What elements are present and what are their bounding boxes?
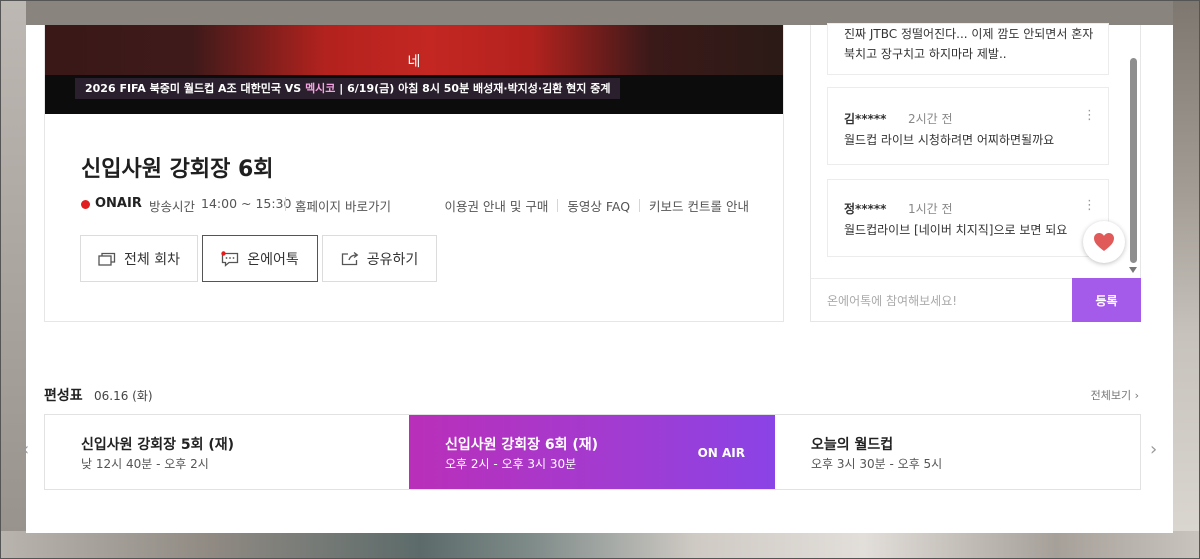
share-button[interactable]: 공유하기 bbox=[322, 235, 437, 282]
share-icon bbox=[341, 251, 359, 266]
keyboard-control-link[interactable]: 키보드 컨트롤 안내 bbox=[640, 196, 749, 215]
chat-bubble-icon bbox=[221, 250, 239, 267]
all-episodes-button[interactable]: 전체 회차 bbox=[80, 235, 198, 282]
chevron-right-icon: › bbox=[1134, 389, 1139, 402]
comment-time: 1시간 전 bbox=[908, 202, 953, 216]
schedule-item-time: 오후 3시 30분 - 오후 5시 bbox=[811, 457, 943, 471]
see-all-link[interactable]: 전체보기 › bbox=[1091, 387, 1139, 403]
main-page: 네 2026 FIFA 북중미 월드컵 A조 대한민국 VS 멕시코 | 6/1… bbox=[22, 23, 1173, 533]
help-links: 이용권 안내 및 구매 동영상 FAQ 키보드 컨트롤 안내 bbox=[435, 196, 749, 215]
background-bottom bbox=[0, 531, 1200, 559]
more-options-icon[interactable]: ⋮ bbox=[1083, 198, 1096, 213]
episodes-icon bbox=[98, 252, 116, 266]
chat-input[interactable]: 온에어톡에 참여해보세요! bbox=[811, 278, 1072, 322]
more-options-icon[interactable]: ⋮ bbox=[1083, 108, 1096, 123]
onair-label: ONAIR bbox=[95, 196, 142, 211]
video-subtitle: 네 bbox=[407, 54, 421, 70]
schedule-date: 06.16 (화) bbox=[94, 389, 153, 403]
background-left bbox=[0, 0, 26, 559]
ticket-info-link[interactable]: 이용권 안내 및 구매 bbox=[435, 196, 557, 215]
comment-user: 김***** bbox=[844, 112, 887, 126]
program-title: 신입사원 강회장 6회 bbox=[81, 157, 274, 182]
background-right bbox=[1173, 0, 1200, 559]
schedule-item[interactable]: 오늘의 월드컵 오후 3시 30분 - 오후 5시 bbox=[775, 415, 1140, 489]
schedule-item[interactable]: 신입사원 강회장 5회 (재) 낮 12시 40분 - 오후 2시 bbox=[45, 415, 409, 489]
schedule-item-time: 오후 2시 - 오후 3시 30분 bbox=[445, 457, 577, 471]
video-faq-link[interactable]: 동영상 FAQ bbox=[558, 196, 639, 215]
on-air-talk-panel: 진짜 JTBC 정떨어진다... 이제 깜도 안되면서 혼자 북치고 장구치고 … bbox=[810, 23, 1141, 322]
comment-body: 진짜 JTBC 정떨어진다... 이제 깜도 안되면서 혼자 북치고 장구치고 … bbox=[844, 27, 1094, 61]
onair-dot-icon bbox=[81, 200, 90, 209]
chat-comment: 김***** 2시간 전 ⋮ 월드컵 라이브 시청하려면 어찌하면될까요 bbox=[827, 87, 1109, 165]
divider bbox=[285, 197, 286, 211]
chat-comment: 정***** 1시간 전 ⋮ 월드컵라이브 [네이버 치지직]으로 보면 되요 bbox=[827, 179, 1109, 257]
ticker-prefix: 2026 FIFA 북중미 월드컵 A조 대한민국 VS bbox=[85, 82, 306, 95]
like-button[interactable] bbox=[1083, 221, 1125, 263]
on-air-talk-label: 온에어톡 bbox=[247, 251, 299, 268]
comment-body: 월드컵 라이브 시청하려면 어찌하면될까요 bbox=[844, 133, 1055, 147]
comment-user: 정***** bbox=[844, 202, 887, 216]
program-meta: ONAIR 방송시간 14:00 ~ 15:30 홈페이지 바로가기 이용권 안… bbox=[81, 196, 749, 215]
comment-body: 월드컵라이브 [네이버 치지직]으로 보면 되요 bbox=[844, 223, 1068, 237]
share-label: 공유하기 bbox=[366, 251, 419, 268]
schedule-list: 신입사원 강회장 5회 (재) 낮 12시 40분 - 오후 2시 신입사원 강… bbox=[44, 414, 1141, 490]
schedule-next-icon[interactable]: › bbox=[1150, 439, 1157, 460]
on-air-talk-button[interactable]: 온에어톡 bbox=[202, 235, 318, 282]
schedule-item-title: 신입사원 강회장 5회 (재) bbox=[81, 437, 235, 453]
homepage-link[interactable]: 홈페이지 바로가기 bbox=[295, 196, 391, 215]
chat-comment: 진짜 JTBC 정떨어진다... 이제 깜도 안되면서 혼자 북치고 장구치고 … bbox=[827, 23, 1109, 75]
schedule-prev-icon[interactable]: ‹ bbox=[22, 439, 29, 460]
submit-button[interactable]: 등록 bbox=[1072, 278, 1141, 322]
onair-badge: ON AIR bbox=[697, 446, 745, 460]
heart-icon bbox=[1094, 233, 1114, 251]
news-ticker: 2026 FIFA 북중미 월드컵 A조 대한민국 VS 멕시코 | 6/19(… bbox=[75, 78, 621, 99]
comment-time: 2시간 전 bbox=[908, 112, 953, 126]
scroll-down-icon[interactable] bbox=[1129, 267, 1137, 273]
schedule-title: 편성표 bbox=[44, 388, 83, 404]
ticker-highlight: 멕시코 bbox=[305, 82, 336, 95]
schedule-item-current[interactable]: 신입사원 강회장 6회 (재) 오후 2시 - 오후 3시 30분 ON AIR bbox=[409, 415, 775, 489]
schedule-item-title: 신입사원 강회장 6회 (재) bbox=[445, 437, 599, 453]
see-all-label: 전체보기 bbox=[1090, 389, 1132, 402]
chat-scrollbar[interactable] bbox=[1130, 58, 1137, 263]
video-player[interactable]: 네 2026 FIFA 북중미 월드컵 A조 대한민국 VS 멕시코 | 6/1… bbox=[45, 25, 783, 114]
schedule-item-title: 오늘의 월드컵 bbox=[811, 437, 894, 453]
ticker-suffix: | 6/19(금) 아침 8시 50분 배성재·박지성·김환 현지 중계 bbox=[335, 82, 611, 95]
all-episodes-label: 전체 회차 bbox=[124, 251, 180, 268]
airtime-value: 14:00 ~ 15:30 bbox=[201, 196, 292, 211]
schedule-item-time: 낮 12시 40분 - 오후 2시 bbox=[81, 457, 209, 471]
program-info-box: 네 2026 FIFA 북중미 월드컵 A조 대한민국 VS 멕시코 | 6/1… bbox=[44, 25, 784, 322]
airtime-label: 방송시간 bbox=[149, 199, 196, 214]
